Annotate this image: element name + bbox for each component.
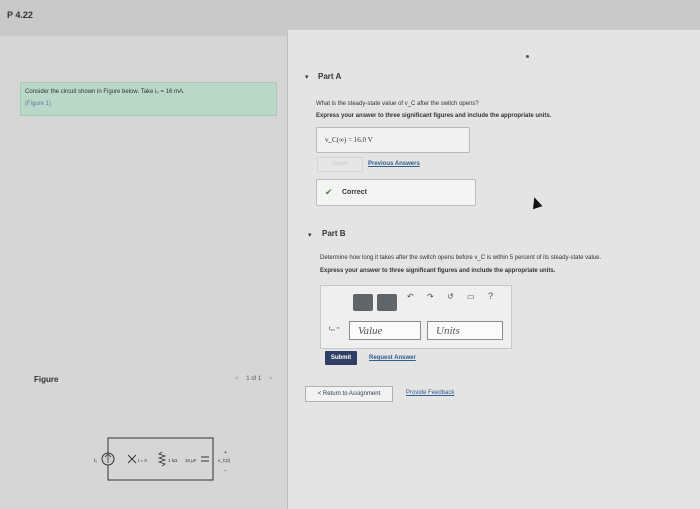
resistor-symbol — [157, 451, 167, 467]
resistor-label: 1 kΩ — [168, 458, 178, 463]
switch-label: t = 0 — [138, 458, 147, 463]
part-b-submit-button[interactable]: Submit — [325, 351, 357, 365]
result-text: Correct — [342, 189, 367, 196]
part-a-result: ✔ Correct — [316, 179, 476, 206]
figure-link[interactable]: (Figure 1) — [25, 101, 51, 107]
circuit-diagram: i₀ t = 0 1 kΩ 10 μF v_C(t) + − — [94, 437, 231, 481]
part-b-collapse-icon[interactable]: ▾ — [308, 231, 312, 239]
previous-answers-link[interactable]: Previous Answers — [368, 161, 420, 167]
help-icon[interactable]: ? — [488, 291, 493, 301]
provide-feedback-link[interactable]: Provide Feedback — [406, 390, 454, 396]
part-a-submit-button: Submit — [317, 157, 363, 172]
problem-id: P 4.22 — [7, 10, 33, 20]
problem-intro: Consider the circuit shown in Figure bel… — [20, 82, 277, 116]
units-icon[interactable] — [377, 294, 397, 311]
check-icon: ✔ — [325, 187, 333, 197]
part-a-question: What is the steady-state value of v_C af… — [316, 101, 479, 107]
figure-pager: < 1 of 1 > — [232, 376, 275, 382]
screen-speck — [526, 55, 529, 58]
circuit-wire — [107, 437, 214, 481]
part-b-title[interactable]: Part B — [322, 229, 346, 238]
part-a-collapse-icon[interactable]: ▾ — [305, 73, 309, 81]
svg-text:+: + — [224, 450, 227, 456]
capacitor-label: 10 μF — [185, 458, 197, 463]
value-input[interactable]: Value — [349, 321, 421, 340]
figure-next-button[interactable]: > — [269, 376, 273, 382]
figure-prev-button[interactable]: < — [235, 376, 239, 382]
return-to-assignment-button[interactable]: < Return to Assignment — [305, 386, 393, 402]
units-input[interactable]: Units — [427, 321, 503, 340]
panel-divider — [287, 30, 288, 509]
redo-icon[interactable]: ↷ — [427, 292, 434, 301]
t95-label: t₉₅ = — [329, 326, 340, 332]
part-b-question: Determine how long it takes after the sw… — [320, 255, 602, 261]
keyboard-icon[interactable]: ▭ — [467, 292, 475, 301]
source-label: i₀ — [94, 458, 97, 464]
request-answer-link[interactable]: Request Answer — [369, 355, 416, 361]
undo-icon[interactable]: ↶ — [407, 292, 414, 301]
part-a-answer: v_C(∞) = 16.0 V — [325, 136, 373, 144]
svg-text:−: − — [224, 468, 227, 474]
reset-icon[interactable]: ↺ — [447, 292, 454, 301]
part-b-instruction: Express your answer to three significant… — [320, 268, 556, 274]
part-a-instruction: Express your answer to three significant… — [316, 113, 552, 119]
figure-label: Figure — [34, 375, 59, 384]
vc-label: v_C(t) — [218, 458, 231, 463]
part-a-title[interactable]: Part A — [318, 72, 341, 81]
templates-icon[interactable] — [353, 294, 373, 311]
part-b-answer-area: ↶ ↷ ↺ ▭ ? t₉₅ = Value Units — [320, 285, 512, 349]
intro-text: Consider the circuit shown in Figure bel… — [25, 89, 185, 95]
figure-page-indicator: 1 of 1 — [246, 376, 262, 382]
part-a-answer-box: v_C(∞) = 16.0 V — [316, 127, 470, 153]
